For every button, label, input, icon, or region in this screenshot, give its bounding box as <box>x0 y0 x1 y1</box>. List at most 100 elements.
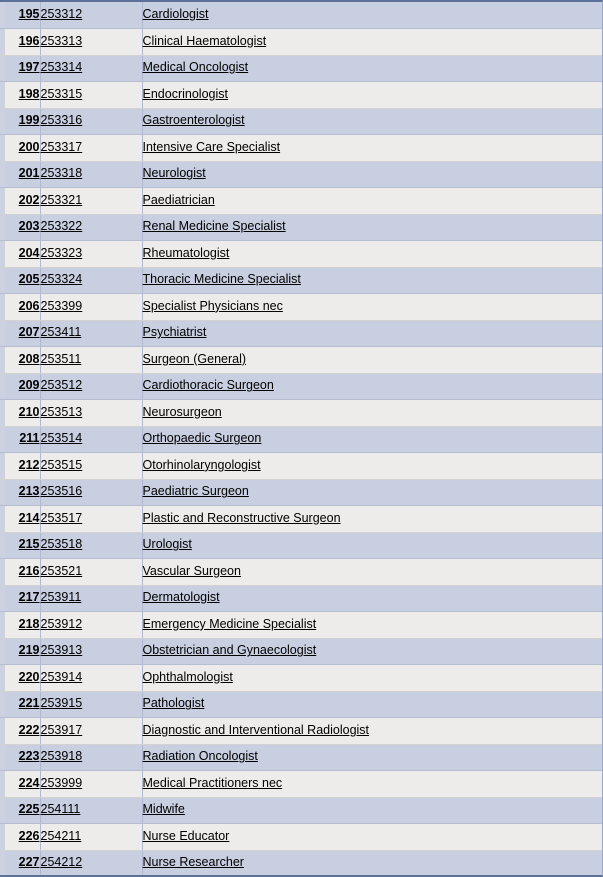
table-row[interactable]: 201 253318 Neurologist <box>0 161 602 188</box>
table-row[interactable]: 216 253521 Vascular Surgeon <box>0 558 602 586</box>
table-row[interactable]: 226 254211 Nurse Educator <box>0 823 602 851</box>
table-row[interactable]: 209 253512 Cardiothoracic Surgeon <box>0 373 602 400</box>
table-row[interactable]: 225 254111 Midwife <box>0 797 602 824</box>
occupation-title-cell[interactable]: Nurse Educator <box>142 823 602 851</box>
occupation-title-cell[interactable]: Cardiologist <box>142 2 602 29</box>
anzsco-code-cell[interactable]: 254211 <box>40 823 143 851</box>
occupation-title-cell[interactable]: Medical Practitioners nec <box>142 770 602 798</box>
anzsco-code-cell[interactable]: 253317 <box>40 134 143 162</box>
table-row[interactable]: 195 253312 Cardiologist <box>0 2 602 29</box>
occupation-title-cell[interactable]: Orthopaedic Surgeon <box>142 426 602 453</box>
occupation-title-cell[interactable]: Midwife <box>142 797 602 824</box>
table-row[interactable]: 208 253511 Surgeon (General) <box>0 346 602 374</box>
occupation-title-cell[interactable]: Otorhinolaryngologist <box>142 452 602 480</box>
table-row[interactable]: 211 253514 Orthopaedic Surgeon <box>0 426 602 453</box>
occupation-title-cell[interactable]: Intensive Care Specialist <box>142 134 602 162</box>
anzsco-code-cell[interactable]: 253411 <box>40 320 143 347</box>
table-row[interactable]: 196 253313 Clinical Haematologist <box>0 28 602 56</box>
table-row[interactable]: 213 253516 Paediatric Surgeon <box>0 479 602 506</box>
occupation-title-cell[interactable]: Thoracic Medicine Specialist <box>142 267 602 294</box>
anzsco-code-text: 253316 <box>40 113 83 128</box>
table-row[interactable]: 227 254212 Nurse Researcher <box>0 850 602 875</box>
occupation-title-cell[interactable]: Obstetrician and Gynaecologist <box>142 638 602 665</box>
table-row[interactable]: 202 253321 Paediatrician <box>0 187 602 215</box>
occupation-title-cell[interactable]: Radiation Oncologist <box>142 744 602 771</box>
table-row[interactable]: 198 253315 Endocrinologist <box>0 81 602 109</box>
occupation-title-cell[interactable]: Surgeon (General) <box>142 346 602 374</box>
occupation-title-cell[interactable]: Urologist <box>142 532 602 559</box>
anzsco-code-cell[interactable]: 253914 <box>40 664 143 692</box>
anzsco-code-cell[interactable]: 254212 <box>40 850 143 875</box>
occupation-title-cell[interactable]: Endocrinologist <box>142 81 602 109</box>
anzsco-code-cell[interactable]: 253513 <box>40 399 143 427</box>
anzsco-code-cell[interactable]: 253324 <box>40 267 143 294</box>
table-row[interactable]: 220 253914 Ophthalmologist <box>0 664 602 692</box>
table-row[interactable]: 224 253999 Medical Practitioners nec <box>0 770 602 798</box>
anzsco-code-cell[interactable]: 253517 <box>40 505 143 533</box>
anzsco-code-cell[interactable]: 253312 <box>40 2 143 29</box>
anzsco-code-cell[interactable]: 253313 <box>40 28 143 56</box>
table-row[interactable]: 200 253317 Intensive Care Specialist <box>0 134 602 162</box>
table-row[interactable]: 199 253316 Gastroenterologist <box>0 108 602 135</box>
anzsco-code-cell[interactable]: 253518 <box>40 532 143 559</box>
anzsco-code-cell[interactable]: 253918 <box>40 744 143 771</box>
occupation-title-cell[interactable]: Nurse Researcher <box>142 850 602 875</box>
table-row[interactable]: 218 253912 Emergency Medicine Specialist <box>0 611 602 639</box>
anzsco-code-cell[interactable]: 253515 <box>40 452 143 480</box>
occupation-title-cell[interactable]: Diagnostic and Interventional Radiologis… <box>142 717 602 745</box>
occupation-title-cell[interactable]: Renal Medicine Specialist <box>142 214 602 241</box>
occupation-title-cell[interactable]: Gastroenterologist <box>142 108 602 135</box>
anzsco-code-cell[interactable]: 253316 <box>40 108 143 135</box>
occupation-title-cell[interactable]: Vascular Surgeon <box>142 558 602 586</box>
anzsco-code-cell[interactable]: 253318 <box>40 161 143 188</box>
anzsco-code-cell[interactable]: 253323 <box>40 240 143 268</box>
table-row[interactable]: 221 253915 Pathologist <box>0 691 602 718</box>
anzsco-code-cell[interactable]: 253322 <box>40 214 143 241</box>
table-row[interactable]: 219 253913 Obstetrician and Gynaecologist <box>0 638 602 665</box>
table-row[interactable]: 205 253324 Thoracic Medicine Specialist <box>0 267 602 294</box>
anzsco-code-cell[interactable]: 253913 <box>40 638 143 665</box>
occupation-title-cell[interactable]: Plastic and Reconstructive Surgeon <box>142 505 602 533</box>
anzsco-code-cell[interactable]: 253314 <box>40 55 143 82</box>
anzsco-code-cell[interactable]: 253521 <box>40 558 143 586</box>
table-row[interactable]: 206 253399 Specialist Physicians nec <box>0 293 602 321</box>
occupation-title-cell[interactable]: Specialist Physicians nec <box>142 293 602 321</box>
anzsco-code-cell[interactable]: 253512 <box>40 373 143 400</box>
table-row[interactable]: 203 253322 Renal Medicine Specialist <box>0 214 602 241</box>
anzsco-code-cell[interactable]: 253912 <box>40 611 143 639</box>
table-row[interactable]: 204 253323 Rheumatologist <box>0 240 602 268</box>
occupation-title-cell[interactable]: Paediatric Surgeon <box>142 479 602 506</box>
occupation-title-cell[interactable]: Emergency Medicine Specialist <box>142 611 602 639</box>
anzsco-code-cell[interactable]: 253911 <box>40 585 143 612</box>
table-row[interactable]: 197 253314 Medical Oncologist <box>0 55 602 82</box>
occupation-title-cell[interactable]: Rheumatologist <box>142 240 602 268</box>
anzsco-code-cell[interactable]: 253399 <box>40 293 143 321</box>
table-row[interactable]: 215 253518 Urologist <box>0 532 602 559</box>
anzsco-code-cell[interactable]: 254111 <box>40 797 143 824</box>
occupation-title-cell[interactable]: Paediatrician <box>142 187 602 215</box>
occupation-title-cell[interactable]: Ophthalmologist <box>142 664 602 692</box>
occupation-title-cell[interactable]: Medical Oncologist <box>142 55 602 82</box>
occupation-title-cell[interactable]: Psychiatrist <box>142 320 602 347</box>
table-row[interactable]: 223 253918 Radiation Oncologist <box>0 744 602 771</box>
table-row[interactable]: 217 253911 Dermatologist <box>0 585 602 612</box>
table-row[interactable]: 214 253517 Plastic and Reconstructive Surg… <box>0 505 602 533</box>
occupation-title-cell[interactable]: Neurosurgeon <box>142 399 602 427</box>
anzsco-code-cell[interactable]: 253511 <box>40 346 143 374</box>
anzsco-code-cell[interactable]: 253321 <box>40 187 143 215</box>
occupation-title-cell[interactable]: Pathologist <box>142 691 602 718</box>
anzsco-code-cell[interactable]: 253917 <box>40 717 143 745</box>
anzsco-code-cell[interactable]: 253999 <box>40 770 143 798</box>
occupation-title-cell[interactable]: Dermatologist <box>142 585 602 612</box>
anzsco-code-cell[interactable]: 253516 <box>40 479 143 506</box>
occupation-title-cell[interactable]: Cardiothoracic Surgeon <box>142 373 602 400</box>
occupation-title-cell[interactable]: Clinical Haematologist <box>142 28 602 56</box>
table-row[interactable]: 212 253515 Otorhinolaryngologist <box>0 452 602 480</box>
anzsco-code-cell[interactable]: 253315 <box>40 81 143 109</box>
table-row[interactable]: 207 253411 Psychiatrist <box>0 320 602 347</box>
table-row[interactable]: 222 253917 Diagnostic and Interventional R… <box>0 717 602 745</box>
anzsco-code-cell[interactable]: 253915 <box>40 691 143 718</box>
occupation-title-cell[interactable]: Neurologist <box>142 161 602 188</box>
anzsco-code-cell[interactable]: 253514 <box>40 426 143 453</box>
table-row[interactable]: 210 253513 Neurosurgeon <box>0 399 602 427</box>
